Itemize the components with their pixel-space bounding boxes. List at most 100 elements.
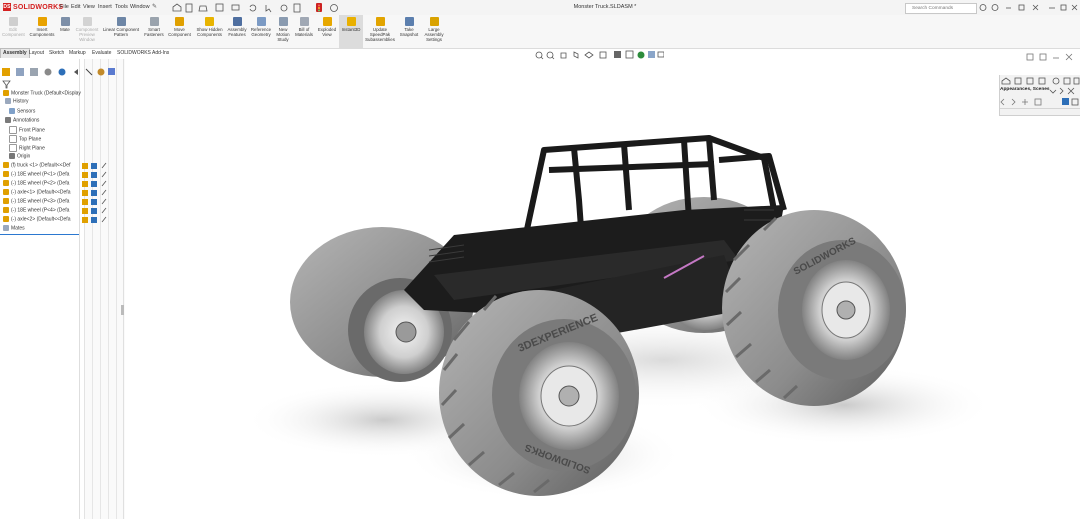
menu-tools[interactable]: Tools bbox=[115, 4, 128, 10]
exploded-view-button[interactable]: Exploded View bbox=[316, 15, 338, 48]
tab-layout[interactable]: Layout bbox=[26, 48, 47, 59]
bill-of-materials-button[interactable]: Bill of Materials bbox=[294, 15, 314, 48]
new-document-icon bbox=[185, 3, 193, 13]
pin-icon[interactable]: ✎ bbox=[152, 3, 157, 10]
tree-item-axle-1[interactable]: (-) axle<1> (Default<<Defa bbox=[3, 189, 70, 195]
smart-fasteners-button[interactable]: Smart Fasteners bbox=[143, 15, 165, 48]
tree-root[interactable]: Monster Truck (Default<Display bbox=[3, 90, 81, 96]
tree-item-mates[interactable]: Mates bbox=[3, 225, 25, 231]
open-folder-icon bbox=[198, 5, 208, 12]
featuremanager-columns bbox=[84, 59, 125, 519]
sensors-icon bbox=[9, 108, 15, 114]
rebuild-icon bbox=[280, 4, 288, 12]
preview-window-icon bbox=[82, 17, 92, 26]
assembly-features-icon bbox=[232, 17, 242, 26]
search-commands-input[interactable]: Search Commands bbox=[905, 3, 977, 14]
tab-solidworks-addins[interactable]: SOLIDWORKS Add-Ins bbox=[114, 48, 172, 59]
new-motion-study-button[interactable]: New Motion Study bbox=[274, 15, 292, 48]
tree-item-wheel-4[interactable]: (-) 18E wheel (P<4> (Defa bbox=[3, 207, 69, 213]
tree-item-annotations[interactable]: Annotations bbox=[5, 117, 39, 123]
insert-components-icon bbox=[37, 17, 47, 26]
tree-item-axle-2[interactable]: (-) axle<2> (Default<<Defa bbox=[3, 216, 70, 222]
snapshot-icon bbox=[404, 17, 414, 26]
part-icon bbox=[3, 162, 9, 168]
mate-icon bbox=[60, 17, 70, 26]
insert-components-button[interactable]: Insert Components bbox=[27, 15, 57, 48]
origin-icon bbox=[9, 153, 15, 159]
update-speedpak-button[interactable]: Update SpeedPak Subassemblies bbox=[364, 15, 396, 48]
instant3d-button[interactable]: Instant3D bbox=[339, 15, 363, 48]
dynamic-annotation-icon bbox=[584, 51, 594, 59]
menu-file[interactable]: File bbox=[60, 4, 69, 10]
tab-sketch[interactable]: Sketch bbox=[46, 48, 67, 59]
annotations-icon bbox=[5, 117, 11, 123]
tab-markup[interactable]: Markup bbox=[66, 48, 89, 59]
bom-icon bbox=[299, 17, 309, 26]
featuremanager-tabs bbox=[2, 68, 115, 76]
part-icon bbox=[3, 216, 9, 222]
tab-evaluate[interactable]: Evaluate bbox=[89, 48, 114, 59]
tree-item-top-plane[interactable]: Top Plane bbox=[9, 135, 41, 143]
tree-item-right-plane[interactable]: Right Plane bbox=[9, 144, 45, 152]
linear-pattern-button[interactable]: Linear Component Pattern bbox=[101, 15, 141, 48]
tree-item-origin[interactable]: Origin bbox=[9, 153, 30, 159]
collapse-left-icon bbox=[74, 69, 78, 75]
menu-edit[interactable]: Edit bbox=[71, 4, 80, 10]
heads-up-view-toolbar bbox=[535, 50, 664, 60]
close-icon bbox=[1032, 4, 1039, 11]
user-icon bbox=[991, 4, 999, 11]
tree-item-wheel-3[interactable]: (-) 18E wheel (P<3> (Defa bbox=[3, 198, 69, 204]
component-preview-button[interactable]: Component Preview Window bbox=[73, 15, 101, 48]
speedpak-icon bbox=[375, 17, 385, 26]
tree-item-front-plane[interactable]: Front Plane bbox=[9, 126, 45, 134]
tree-item-wheel-2[interactable]: (-) 18E wheel (P<2> (Defa bbox=[3, 180, 69, 186]
instant3d-icon bbox=[346, 17, 356, 26]
graphics-area[interactable]: 3DEXPERIENCE SOLIDWORKS SOLIDWORKS bbox=[124, 60, 1080, 519]
hide-show-items-icon bbox=[625, 50, 634, 59]
mates-icon bbox=[3, 225, 9, 231]
expand-icon bbox=[85, 68, 93, 76]
filter-icon[interactable] bbox=[2, 80, 12, 89]
reference-geometry-button[interactable]: Reference Geometry bbox=[249, 15, 273, 48]
save-icon bbox=[215, 3, 224, 12]
show-hidden-components-button[interactable]: Show Hidden Components bbox=[196, 15, 223, 48]
file-properties-icon bbox=[293, 3, 301, 13]
menu-view[interactable]: View bbox=[83, 4, 95, 10]
show-hidden-icon bbox=[205, 17, 214, 26]
menu-insert[interactable]: Insert bbox=[98, 4, 112, 10]
dimxpert-icon bbox=[44, 68, 52, 76]
section-view-icon bbox=[573, 51, 579, 59]
app-logo[interactable]: DS SOLIDWORKS bbox=[3, 3, 63, 11]
rollback-bar[interactable] bbox=[0, 234, 79, 235]
display-style-icon bbox=[614, 51, 621, 58]
featuremanager-tree-icon bbox=[2, 68, 10, 76]
component-status-icons bbox=[82, 162, 107, 223]
front-right-wheel: SOLIDWORKS bbox=[722, 210, 906, 406]
edit-component-icon bbox=[8, 17, 18, 26]
menu-window[interactable]: Window bbox=[130, 4, 150, 10]
help-icon bbox=[979, 4, 987, 11]
plane-icon bbox=[9, 126, 17, 134]
assembly-icon bbox=[3, 90, 9, 96]
print-icon bbox=[231, 4, 240, 11]
edit-component-button[interactable]: Edit Component bbox=[2, 15, 25, 48]
window-controls bbox=[979, 4, 1078, 11]
document-title: Monster Truck.SLDASM * bbox=[573, 4, 637, 10]
smart-fasteners-icon bbox=[149, 17, 159, 26]
mate-button[interactable]: Mate bbox=[57, 15, 73, 48]
undo-icon bbox=[249, 4, 257, 12]
move-component-button[interactable]: Move Component bbox=[166, 15, 193, 48]
take-snapshot-button[interactable]: Take Snapshot bbox=[398, 15, 420, 48]
large-assembly-settings-button[interactable]: Large Assembly Settings bbox=[421, 15, 447, 48]
reference-geometry-icon bbox=[256, 17, 266, 26]
tree-item-sensors[interactable]: Sensors bbox=[9, 108, 35, 114]
quick-access-toolbar bbox=[172, 3, 338, 13]
tree-item-history[interactable]: History bbox=[5, 98, 29, 104]
tree-item-truck[interactable]: (f) truck <1> (Default<<Def bbox=[3, 162, 70, 168]
plane-icon bbox=[9, 135, 17, 143]
history-icon bbox=[5, 98, 11, 104]
home-icon bbox=[172, 3, 182, 12]
tree-item-wheel-1[interactable]: (-) 18E wheel (P<1> (Defa bbox=[3, 171, 69, 177]
assembly-features-button[interactable]: Assembly Features bbox=[226, 15, 248, 48]
front-left-wheel: 3DEXPERIENCE SOLIDWORKS bbox=[439, 290, 639, 496]
